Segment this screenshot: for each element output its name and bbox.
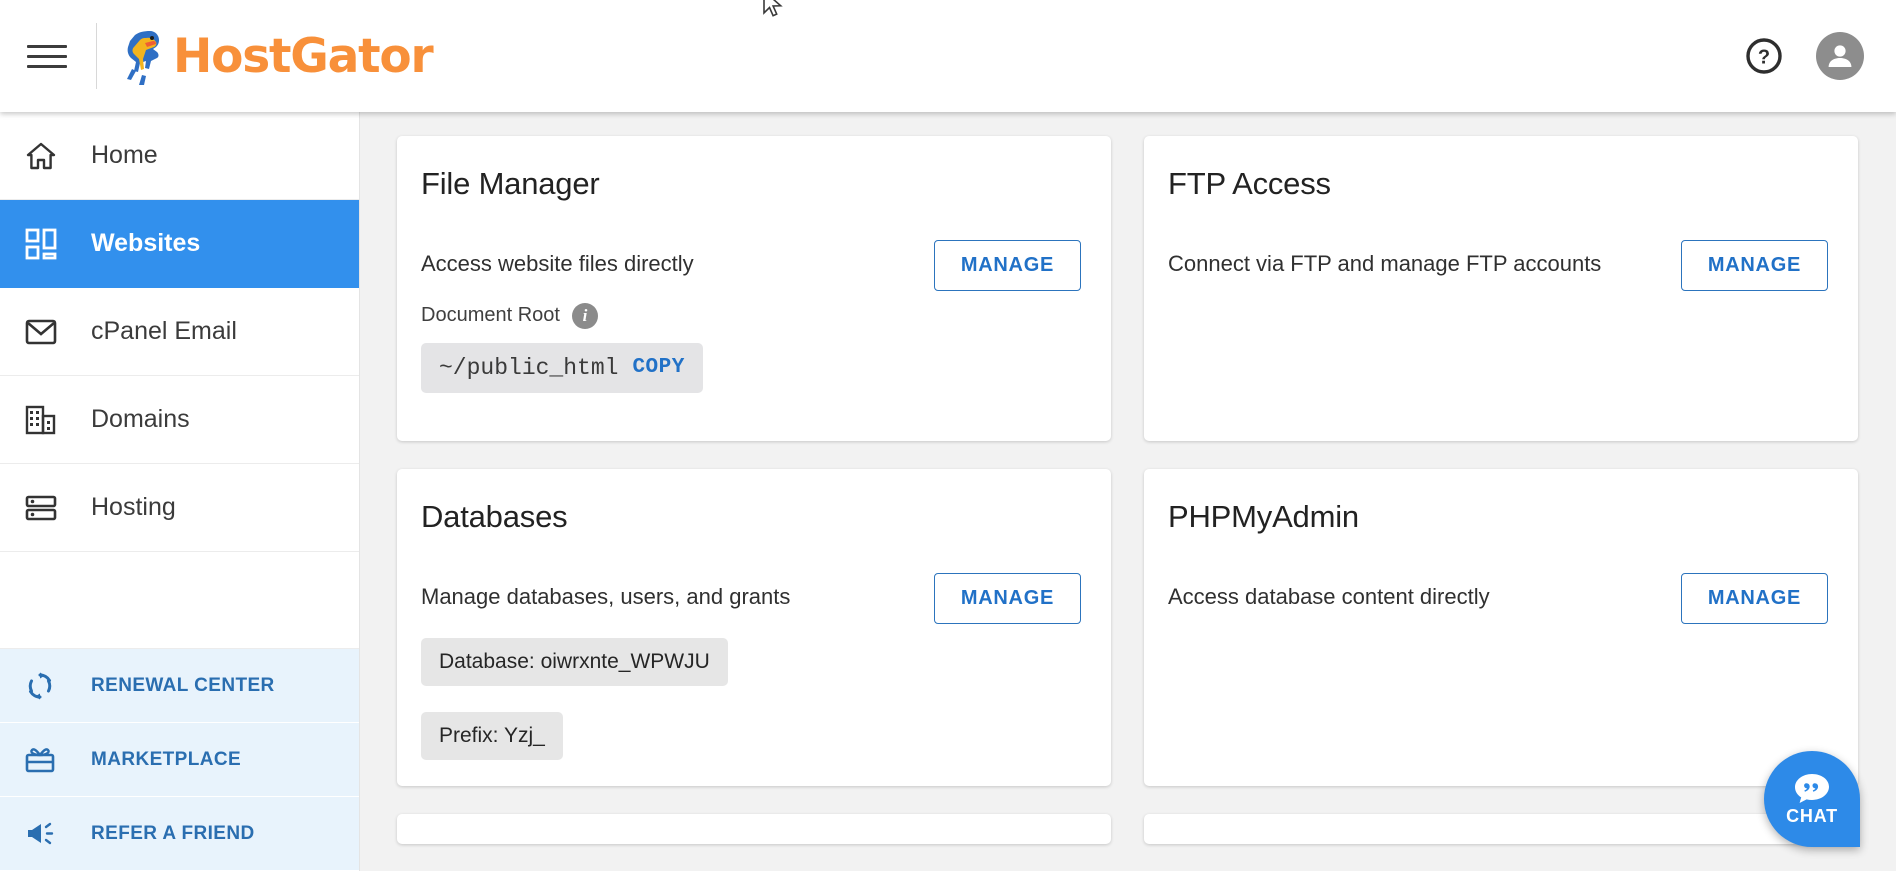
hamburger-bar <box>27 64 67 68</box>
hamburger-bar <box>27 44 67 48</box>
sidebar-item-label: Websites <box>91 229 201 257</box>
sidebar-item-home[interactable]: Home <box>0 112 359 200</box>
hamburger-menu-icon[interactable] <box>27 41 67 71</box>
sidebar-spacer <box>0 552 359 649</box>
copy-button[interactable]: COPY <box>632 356 684 379</box>
sidebar-item-label: Hosting <box>91 493 176 521</box>
chat-label: CHAT <box>1786 805 1838 826</box>
card-below-right-partial <box>1144 813 1858 844</box>
user-avatar-icon[interactable] <box>1816 32 1864 80</box>
document-root-path: ~/public_html <box>439 354 619 381</box>
chat-bubble-icon <box>1795 773 1829 803</box>
gift-ticket-icon <box>25 746 69 774</box>
brand-logo[interactable]: HostGator <box>119 25 434 87</box>
sidebar-item-refer-a-friend[interactable]: REFER A FRIEND <box>0 797 359 871</box>
document-root-label: Document Root <box>421 304 560 327</box>
websites-grid-icon <box>25 228 69 260</box>
sidebar-item-cpanel-email[interactable]: cPanel Email <box>0 288 359 376</box>
app-header: HostGator ? <box>0 0 1896 112</box>
card-phpmyadmin: PHPMyAdmin Access database content direc… <box>1144 469 1858 786</box>
info-icon[interactable]: i <box>571 302 598 329</box>
card-file-manager: File Manager Access website files direct… <box>397 136 1111 441</box>
email-envelope-icon <box>25 319 69 345</box>
sidebar-item-label: cPanel Email <box>91 317 237 345</box>
sidebar-promo-label: REFER A FRIEND <box>91 822 255 844</box>
help-question-circle-icon[interactable]: ? <box>1744 36 1784 76</box>
chat-widget-button[interactable]: CHAT <box>1764 751 1860 847</box>
brand-name: HostGator <box>173 28 434 84</box>
manage-button-databases[interactable]: MANAGE <box>933 573 1081 624</box>
sidebar-item-renewal-center[interactable]: RENEWAL CENTER <box>0 649 359 723</box>
card-body: Manage databases, users, and grants Data… <box>421 573 1081 760</box>
header-actions: ? <box>1744 32 1864 80</box>
sidebar-item-marketplace[interactable]: MARKETPLACE <box>0 723 359 797</box>
domains-building-icon <box>25 405 69 435</box>
hamburger-bar <box>27 54 67 58</box>
sidebar-promo-label: MARKETPLACE <box>91 748 242 770</box>
card-title: File Manager <box>421 166 600 201</box>
card-description: Manage databases, users, and grants <box>421 584 791 609</box>
home-icon <box>25 141 69 171</box>
document-root-chip: ~/public_html COPY <box>421 342 703 393</box>
card-ftp-access: FTP Access Connect via FTP and manage FT… <box>1144 136 1858 441</box>
refresh-cycle-icon <box>25 671 69 701</box>
svg-text:?: ? <box>1758 47 1770 69</box>
sidebar-item-hosting[interactable]: Hosting <box>0 464 359 552</box>
sidebar-item-domains[interactable]: Domains <box>0 376 359 464</box>
sidebar-item-label: Domains <box>91 405 190 433</box>
card-databases: Databases Manage databases, users, and g… <box>397 469 1111 786</box>
database-prefix-chip: Prefix: Yzj_ <box>421 711 563 760</box>
card-description: Access database content directly <box>1168 584 1490 609</box>
header-divider <box>96 23 97 89</box>
megaphone-icon <box>25 821 69 847</box>
sidebar-item-websites[interactable]: Websites <box>0 200 359 288</box>
manage-button-phpmyadmin[interactable]: MANAGE <box>1680 573 1828 624</box>
document-root-label-row: Document Root i <box>421 302 703 329</box>
card-description: Access website files directly <box>421 251 694 276</box>
card-description: Connect via FTP and manage FTP accounts <box>1168 251 1602 276</box>
avatar-person-glyph <box>1828 45 1852 67</box>
card-title: Databases <box>421 499 568 534</box>
database-name-chip: Database: oiwrxnte_WPWJU <box>421 637 728 686</box>
sidebar-nav: Home Websites cPanel Email Domains Hosti… <box>0 112 360 871</box>
sidebar-promo-label: RENEWAL CENTER <box>91 674 275 696</box>
sidebar-item-label: Home <box>91 141 158 169</box>
card-below-left-partial <box>397 813 1111 844</box>
card-title: PHPMyAdmin <box>1168 499 1359 534</box>
manage-button-file-manager[interactable]: MANAGE <box>933 240 1081 291</box>
hosting-server-icon <box>25 494 69 522</box>
main-content: File Manager Access website files direct… <box>360 112 1896 871</box>
card-left: Manage databases, users, and grants Data… <box>421 573 790 760</box>
card-body: Access database content directly MANAGE <box>1168 573 1828 624</box>
hostgator-alligator-logo <box>127 31 159 85</box>
card-body: Connect via FTP and manage FTP accounts … <box>1168 240 1828 291</box>
card-body: Access website files directly Document R… <box>421 240 1081 393</box>
manage-button-ftp-access[interactable]: MANAGE <box>1680 240 1828 291</box>
card-left: Access website files directly Document R… <box>421 240 703 393</box>
cards-grid: File Manager Access website files direct… <box>397 136 1858 844</box>
card-title: FTP Access <box>1168 166 1331 201</box>
